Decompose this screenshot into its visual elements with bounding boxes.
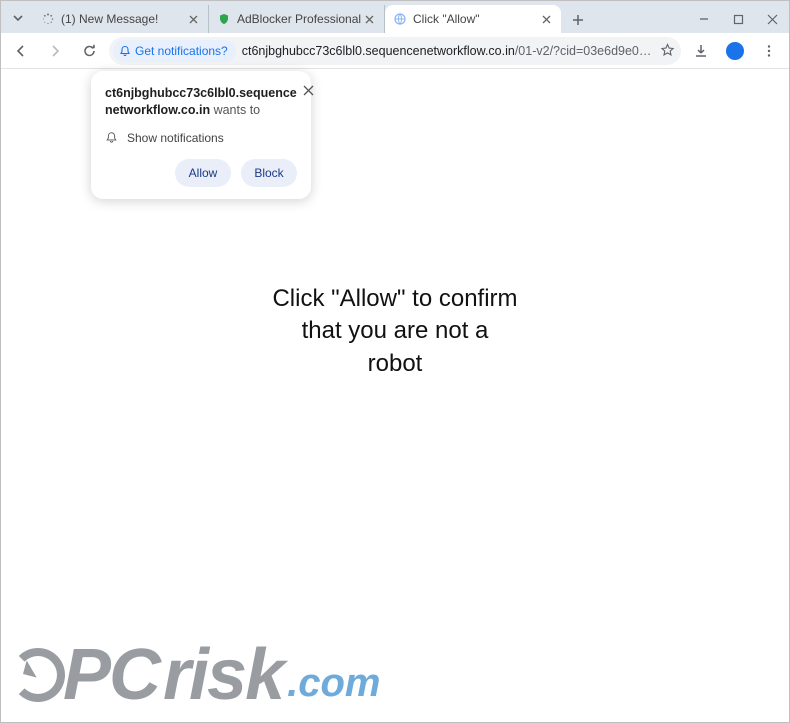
popup-close-button[interactable] [303, 85, 314, 101]
globe-icon [393, 12, 407, 26]
allow-button[interactable]: Allow [175, 159, 231, 187]
page-content: ct6njbghubcc73c6lbl0.sequence networkflo… [1, 69, 789, 722]
back-button[interactable] [7, 37, 35, 65]
tab-new-message[interactable]: (1) New Message! [33, 5, 209, 33]
plus-icon [572, 14, 584, 26]
main-message: Click "Allow" to confirm that you are no… [272, 283, 517, 380]
close-icon [303, 85, 314, 96]
download-icon [693, 43, 709, 59]
tab-search-dropdown[interactable] [3, 3, 33, 33]
tab-click-allow[interactable]: Click "Allow" [385, 5, 561, 33]
watermark-pc: PC [63, 634, 159, 716]
profile-button[interactable] [721, 37, 749, 65]
tab-strip: (1) New Message! AdBlocker Professional [33, 1, 687, 33]
block-button[interactable]: Block [241, 159, 297, 187]
maximize-button[interactable] [721, 5, 755, 33]
url-host: ct6njbghubcc73c6lbl0.sequencenetworkflow… [242, 44, 515, 58]
get-notifications-chip[interactable]: Get notifications? [113, 40, 236, 62]
url-text: ct6njbghubcc73c6lbl0.sequencenetworkflow… [242, 44, 654, 58]
minimize-icon [698, 13, 710, 25]
watermark-risk: risk [163, 634, 283, 716]
arrow-right-icon [47, 43, 63, 59]
maximize-icon [733, 14, 744, 25]
allow-button-label: Allow [189, 166, 218, 180]
titlebar: (1) New Message! AdBlocker Professional [1, 1, 789, 33]
star-icon [660, 43, 675, 58]
toolbar: Get notifications? ct6njbghubcc73c6lbl0.… [1, 33, 789, 69]
downloads-button[interactable] [687, 37, 715, 65]
kebab-icon [762, 44, 776, 58]
forward-button[interactable] [41, 37, 69, 65]
tab-adblocker[interactable]: AdBlocker Professional [209, 5, 385, 33]
close-icon[interactable] [186, 12, 200, 26]
address-bar[interactable]: Get notifications? ct6njbghubcc73c6lbl0.… [109, 37, 681, 65]
tab-title: Click "Allow" [413, 12, 539, 26]
avatar-icon [726, 42, 744, 60]
bell-icon [105, 131, 119, 145]
reload-button[interactable] [75, 37, 103, 65]
shield-icon [217, 12, 231, 26]
block-button-label: Block [254, 166, 283, 180]
spinner-icon [41, 12, 55, 26]
tab-title: (1) New Message! [61, 12, 186, 26]
permission-capability-label: Show notifications [127, 131, 224, 145]
close-window-button[interactable] [755, 5, 789, 33]
bookmark-star-button[interactable] [660, 43, 675, 58]
window-controls [687, 5, 789, 33]
pcrisk-watermark: PCrisk.com [11, 634, 381, 716]
watermark-arrow-icon [11, 648, 65, 702]
notification-permission-popup: ct6njbghubcc73c6lbl0.sequence networkflo… [91, 71, 311, 199]
minimize-button[interactable] [687, 5, 721, 33]
browser-window: (1) New Message! AdBlocker Professional [0, 0, 790, 723]
watermark-domain: .com [287, 661, 380, 706]
tab-title: AdBlocker Professional [237, 12, 362, 26]
permission-capability-row: Show notifications [105, 131, 297, 145]
new-tab-button[interactable] [565, 7, 591, 33]
chevron-down-icon [12, 12, 24, 24]
menu-button[interactable] [755, 37, 783, 65]
bell-icon [119, 45, 131, 57]
close-icon [767, 14, 778, 25]
permission-origin: ct6njbghubcc73c6lbl0.sequence networkflo… [105, 85, 297, 119]
chip-label: Get notifications? [135, 44, 228, 58]
reload-icon [82, 43, 97, 58]
url-rest: /01-v2/?cid=03e6d9e0efa9aafb1a02&list=7&… [515, 44, 654, 58]
arrow-left-icon [13, 43, 29, 59]
close-icon[interactable] [539, 12, 553, 26]
close-icon[interactable] [362, 12, 376, 26]
